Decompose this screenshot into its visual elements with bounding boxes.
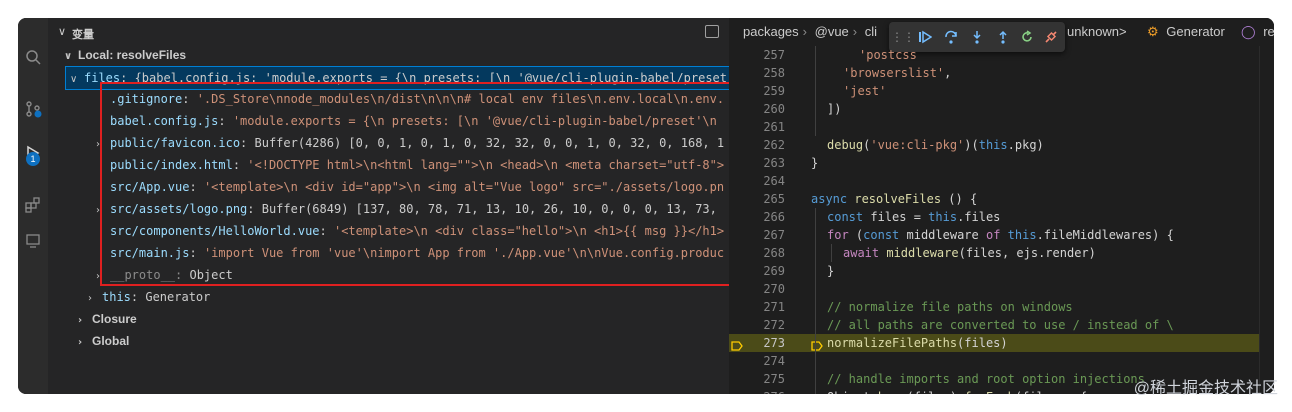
scope-local[interactable]: ∨ Local: resolveFiles [64,44,186,66]
code-line[interactable]: 262 debug('vue:cli-pkg')(this.pkg) [729,136,1274,154]
code-text: 'postcss [859,48,917,62]
extensions-icon[interactable] [18,190,48,220]
source-control-icon[interactable] [18,94,48,124]
code-text: } [827,264,835,278]
breadcrumb-generator[interactable]: ⚙ Generator [1147,18,1229,46]
step-over-icon[interactable] [941,27,961,47]
code-line[interactable]: 258 'browserslist', [729,64,1274,82]
line-number: 275 [763,372,785,386]
scope-closure[interactable]: › Closure [78,308,137,330]
scope-local-label: Local: resolveFiles [78,48,187,62]
code-line[interactable]: 273 normalizeFilePaths(files) [729,334,1274,352]
chevron-right-icon: › [78,337,83,348]
code-line[interactable]: 259 'jest' [729,82,1274,100]
this-row[interactable]: › this: Generator [88,286,210,308]
indent-guide [815,208,816,394]
line-number: 263 [763,156,785,170]
variables-title: 变量 [72,29,94,41]
scope-global[interactable]: › Global [78,330,129,352]
chevron-down-icon: ∨ [70,74,78,85]
line-number: 269 [763,264,785,278]
line-number: 270 [763,282,785,296]
line-number: 259 [763,84,785,98]
this-value: Generator [145,290,211,304]
search-icon[interactable] [18,42,48,72]
line-number: 271 [763,300,785,314]
code-line[interactable]: 271 // normalize file paths on windows [729,298,1274,316]
code-text: normalizeFilePaths(files) [827,336,1008,350]
line-number: 264 [763,174,785,188]
scope-global-label: Global [92,334,130,348]
line-number: 262 [763,138,785,152]
this-name: this [102,290,131,304]
code-text: debug('vue:cli-pkg')(this.pkg) [827,138,1044,152]
code-line[interactable]: 267 for (const middleware of this.fileMid… [729,226,1274,244]
breadcrumb-res[interactable]: ◯ res [1241,18,1274,46]
variables-panel: ∨ 变量 ∨ Local: resolveFiles ∨ files: {babel… [48,18,769,394]
code-line[interactable]: 257 'postcss [729,46,1274,64]
code-line[interactable]: 269} [729,262,1274,280]
step-out-icon[interactable] [993,27,1013,47]
disconnect-icon[interactable] [1041,27,1061,47]
step-into-icon[interactable] [967,27,987,47]
code-line[interactable]: 272 // all paths are converted to use / i… [729,316,1274,334]
line-number: 260 [763,102,785,116]
breadcrumb-cli[interactable]: cli [865,24,877,39]
line-number: 257 [763,48,785,62]
code-text: } [811,156,819,170]
code-editor: packages › @vue › cli unknown> ⚙ Generator… [729,18,1274,394]
code-text: ]) [827,102,842,116]
breadcrumb-unknown[interactable]: unknown> [1067,18,1127,46]
restart-icon[interactable] [1017,27,1037,47]
code-text: // handle imports and root option inject… [827,372,1145,386]
vscode-window: 1 ∨ 变量 ∨ Local: resolveFiles ∨ files: {bab… [18,18,1274,394]
line-number: 265 [763,192,785,206]
code-line[interactable]: 264 [729,172,1274,190]
code-text: 'browserslist', [843,66,952,80]
code-line[interactable]: 270 [729,280,1274,298]
chevron-down-icon: ∨ [64,51,73,62]
drag-handle-icon[interactable]: ⋮⋮ [891,27,915,47]
activity-bar: 1 [18,18,48,394]
code-text: const files = this.files [827,210,1001,224]
scope-closure-label: Closure [92,312,137,326]
breadcrumb-vue[interactable]: @vue [815,24,849,39]
line-number: 274 [763,354,785,368]
code-line[interactable]: 260]) [729,100,1274,118]
code-line[interactable]: 263} [729,154,1274,172]
code-text: // all paths are converted to use / inst… [827,318,1174,332]
editor-scrollbar[interactable] [1259,46,1274,394]
breakpoint-arrow-icon[interactable] [731,338,743,351]
line-number: 276 [729,388,785,394]
line-number: 268 [763,246,785,260]
chevron-right-icon: › [88,293,92,304]
indent-guide [831,244,832,262]
breadcrumb-packages[interactable]: packages [743,24,799,39]
collapse-all-icon[interactable] [705,25,719,38]
code-text: for (const middleware of this.fileMiddle… [827,228,1174,242]
code-text: // normalize file paths on windows [827,300,1073,314]
chevron-right-icon: › [78,315,83,326]
code-line[interactable]: 274 [729,352,1274,370]
line-number: 261 [763,120,785,134]
line-number: 267 [763,228,785,242]
debug-badge: 1 [26,152,40,166]
code-line[interactable]: 261 [729,118,1274,136]
line-number: 272 [763,318,785,332]
indent-guide [815,46,816,136]
continue-icon[interactable] [915,27,935,47]
remote-explorer-icon[interactable] [18,226,48,256]
code-line[interactable]: 268 await middleware(files, ejs.render) [729,244,1274,262]
chevron-down-icon: ∨ [58,26,67,38]
line-number: 266 [763,210,785,224]
code-text: async resolveFiles () { [811,192,978,206]
line-number: 258 [763,66,785,80]
code-line[interactable]: 265 async resolveFiles () { [729,190,1274,208]
watermark: @稀土掘金技术社区 [1133,380,1278,397]
code-line[interactable]: 266 const files = this.files [729,208,1274,226]
code-text: await middleware(files, ejs.render) [843,246,1096,260]
code-text: Object.keys(files).forEach(file => { [827,388,1087,394]
highlight-box [100,82,769,286]
code-text: 'jest' [843,84,887,98]
